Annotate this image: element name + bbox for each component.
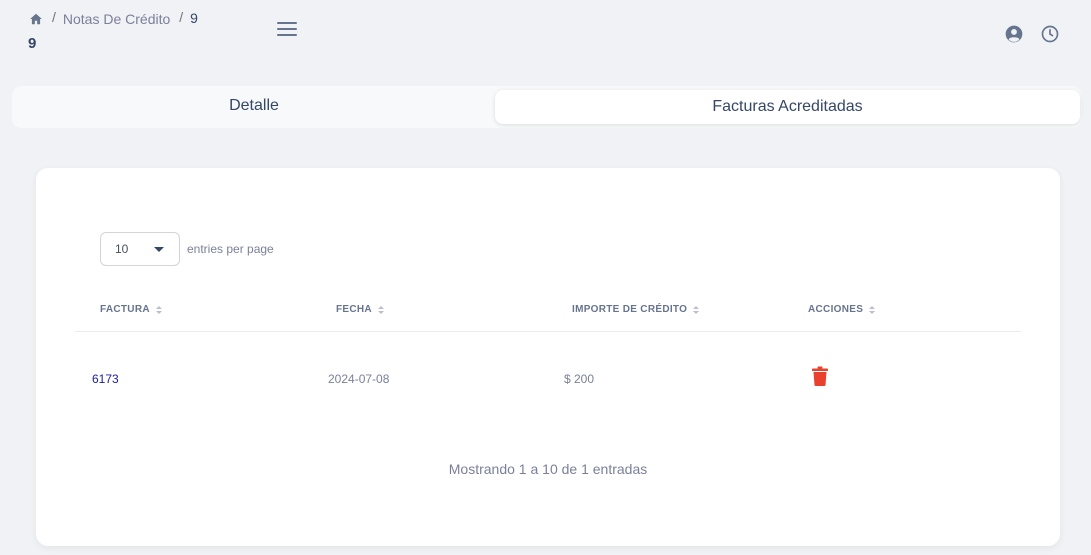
top-navbar: / Notas De Crédito / 9 9 — [0, 0, 1091, 60]
trash-icon[interactable] — [812, 366, 828, 386]
tab-facturas-acreditadas[interactable]: Facturas Acreditadas — [495, 90, 1080, 124]
clock-icon[interactable] — [1040, 24, 1060, 44]
entries-per-page-label: entries per page — [187, 242, 274, 256]
factura-link[interactable]: 6173 — [92, 372, 119, 386]
breadcrumb-current: 9 — [190, 10, 198, 26]
sort-icon — [377, 305, 384, 315]
home-icon[interactable] — [29, 12, 43, 26]
tabs-bar: Detalle Facturas Acreditadas — [12, 86, 1082, 128]
importe-cell: $ 200 — [564, 372, 595, 386]
sort-icon — [693, 305, 700, 315]
column-header-acciones[interactable]: ACCIONES — [808, 304, 876, 315]
breadcrumb: / Notas De Crédito / 9 — [29, 9, 198, 27]
table-header-divider — [75, 331, 1021, 332]
tab-detalle[interactable]: Detalle — [12, 86, 496, 128]
menu-icon[interactable] — [277, 22, 297, 38]
breadcrumb-separator: / — [52, 9, 56, 25]
table-info: Mostrando 1 a 10 de 1 entradas — [448, 461, 648, 477]
facturas-table-card: 10 entries per page FACTURA FECHA IMPORT… — [36, 168, 1060, 546]
breadcrumb-separator: / — [179, 9, 184, 25]
entries-per-page-value: 10 — [115, 242, 129, 256]
entries-per-page-select[interactable]: 10 — [100, 232, 180, 266]
sort-icon — [869, 305, 876, 315]
breadcrumb-link-notas-de-credito[interactable]: Notas De Crédito — [63, 11, 170, 27]
fecha-cell: 2024-07-08 — [328, 372, 390, 386]
column-header-importe[interactable]: IMPORTE DE CRÉDITO — [572, 304, 700, 315]
sort-icon — [155, 305, 162, 315]
page-title: 9 — [28, 35, 37, 52]
column-header-factura[interactable]: FACTURA — [100, 304, 162, 315]
user-circle-icon[interactable] — [1004, 24, 1024, 44]
column-header-fecha[interactable]: FECHA — [336, 304, 384, 315]
chevron-down-icon — [154, 247, 164, 252]
